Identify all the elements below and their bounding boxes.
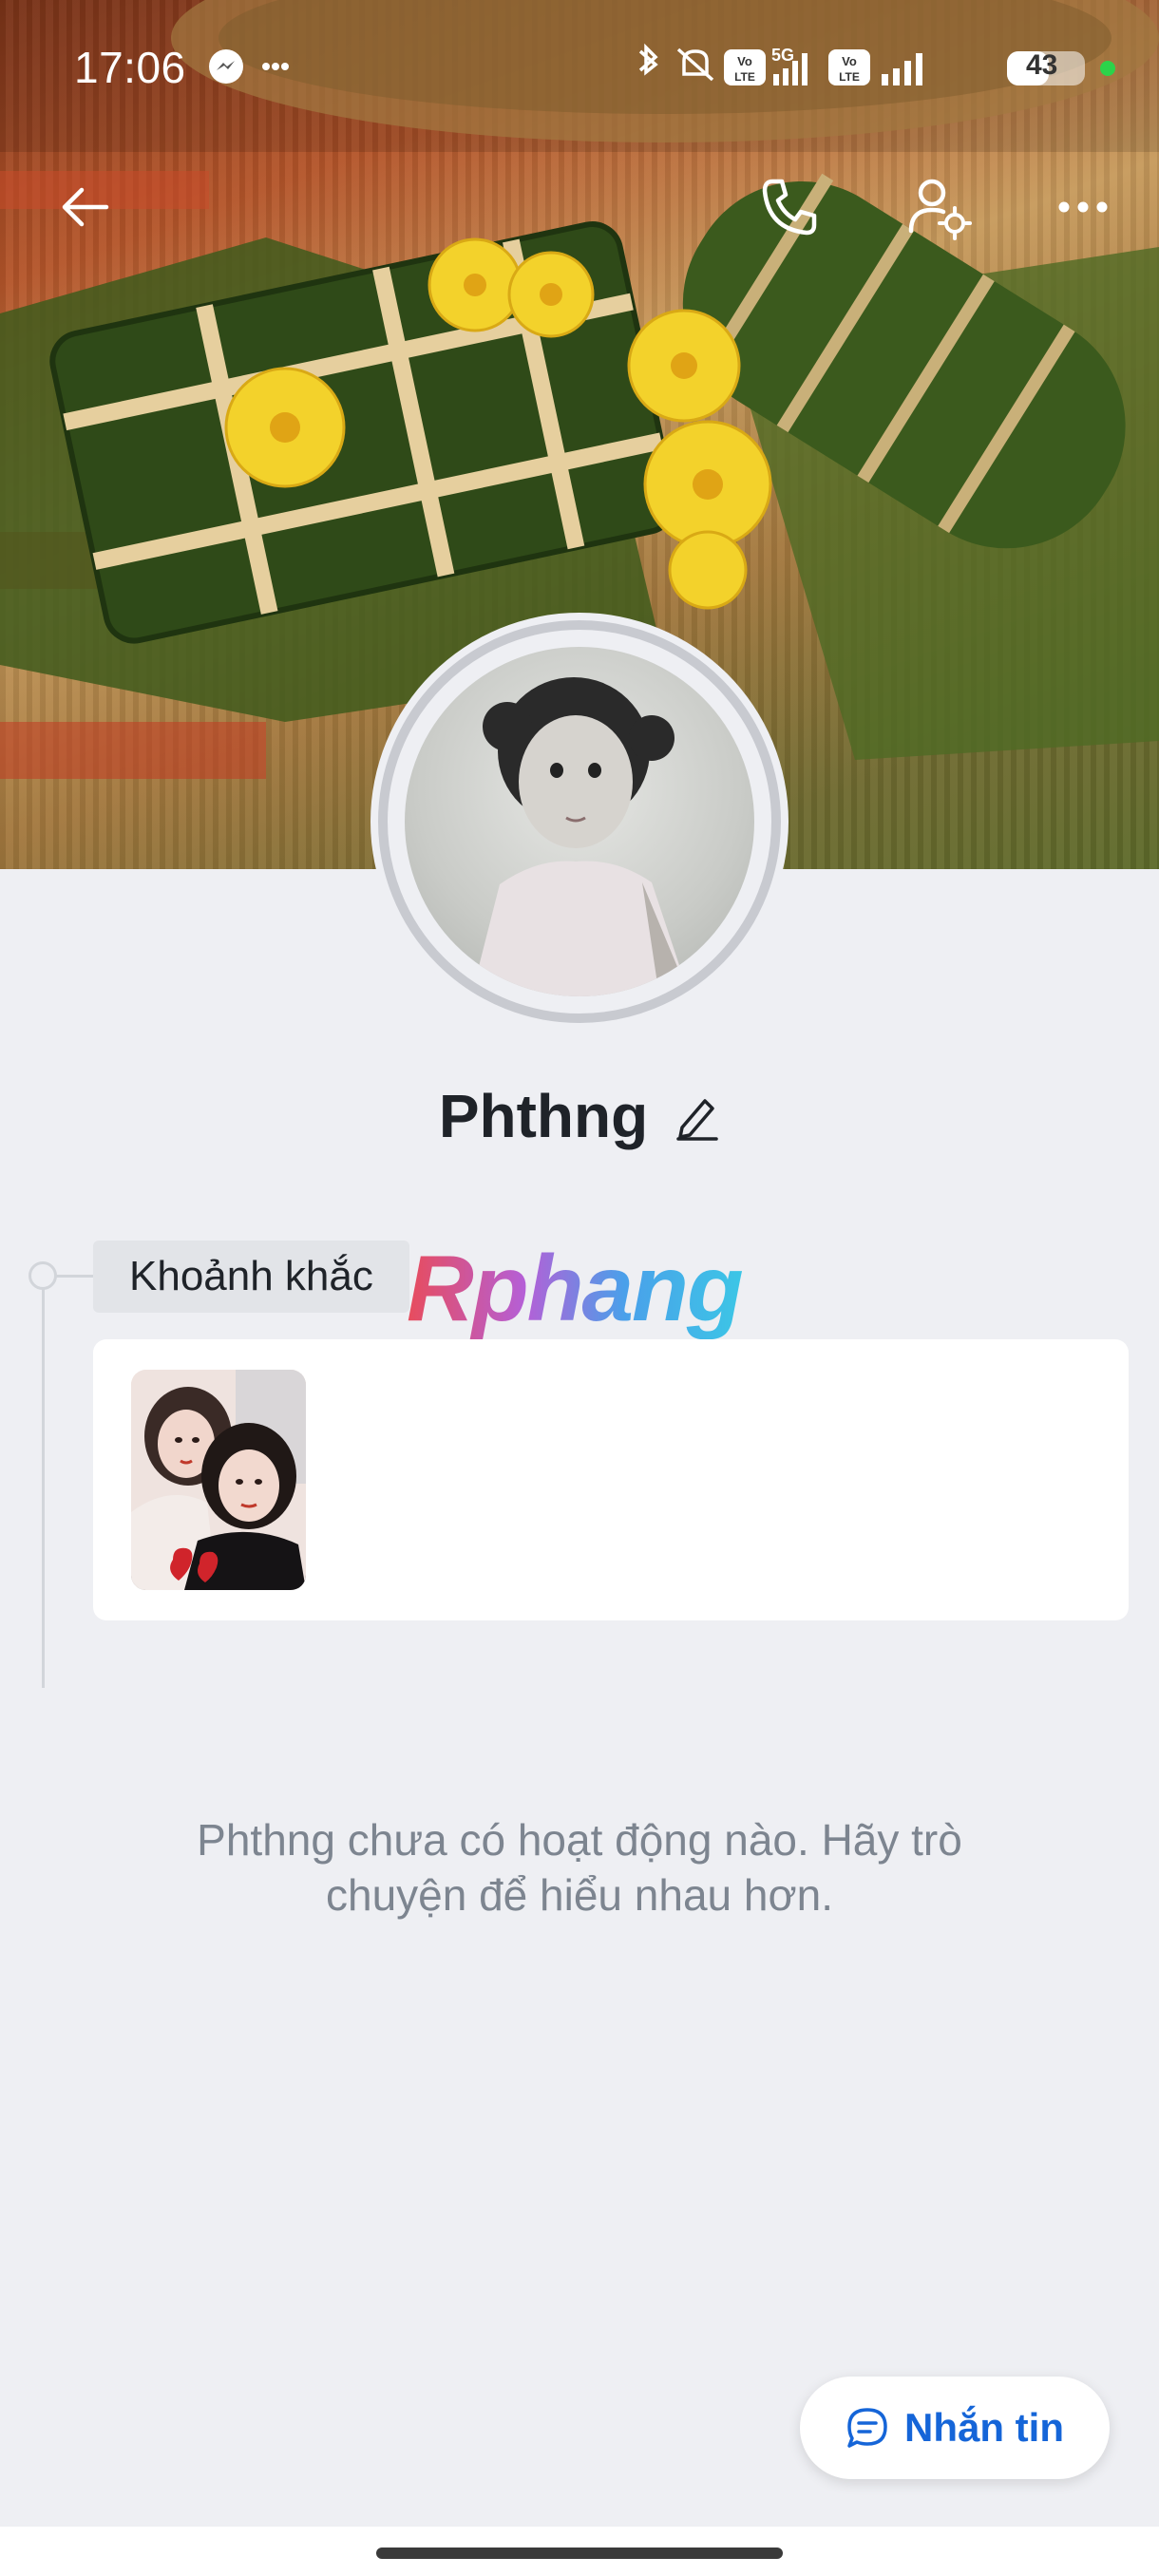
moments-label: Khoảnh khắc	[93, 1241, 409, 1313]
watermark-logo: Rphang	[407, 1236, 744, 1340]
avatar-photo	[471, 677, 690, 996]
more-dots-icon	[262, 63, 289, 70]
profile-name-row: Phthng	[0, 1078, 1159, 1154]
avatar[interactable]	[405, 647, 754, 996]
moment-photo	[131, 1370, 306, 1590]
more-horizontal-icon	[1058, 201, 1108, 213]
home-indicator[interactable]	[376, 2548, 783, 2559]
signal-icon	[882, 53, 922, 85]
arrow-left-icon	[62, 187, 109, 227]
volte-icon: Vo LTE	[724, 49, 766, 85]
messenger-icon	[209, 49, 243, 84]
more-options-button[interactable]	[1045, 169, 1121, 245]
green-dot-indicator	[1100, 61, 1115, 76]
svg-text:Vo: Vo	[842, 54, 857, 68]
moment-thumbnail[interactable]	[131, 1370, 306, 1590]
user-settings-icon	[908, 179, 972, 240]
back-button[interactable]	[48, 169, 124, 245]
5g-signal-icon: 5G	[771, 46, 808, 85]
send-message-button[interactable]: Nhắn tin	[800, 2377, 1110, 2479]
status-left-icons	[207, 47, 293, 90]
pencil-icon	[676, 1099, 718, 1141]
edit-name-button[interactable]	[674, 1091, 720, 1141]
volte-icon-2: Vo LTE	[828, 49, 870, 85]
moments-card	[93, 1339, 1129, 1620]
avatar-frame	[370, 613, 788, 1031]
mute-icon	[676, 47, 714, 82]
timeline-dot	[28, 1261, 57, 1290]
call-button[interactable]	[750, 169, 826, 245]
svg-text:LTE: LTE	[734, 70, 755, 84]
timeline-line	[42, 1275, 45, 1688]
svg-text:5G: 5G	[771, 46, 794, 65]
status-time: 17:06	[74, 43, 186, 92]
send-message-label: Nhắn tin	[904, 2405, 1064, 2450]
svg-text:Vo: Vo	[737, 54, 752, 68]
chat-bubble-icon	[847, 2408, 887, 2448]
profile-name: Phthng	[438, 1082, 649, 1150]
svg-text:LTE: LTE	[839, 70, 860, 84]
status-bar: 17:06 Vo LTE 5G Vo LTE 43	[0, 0, 1159, 133]
phone-icon	[762, 179, 817, 236]
empty-activity-text: Phthng chưa có hoạt động nào. Hãy trò ch…	[197, 1815, 962, 1920]
profile-settings-button[interactable]	[901, 169, 977, 245]
bluetooth-icon	[638, 43, 658, 76]
timeline-connector	[55, 1275, 95, 1278]
battery-level: 43	[1026, 49, 1058, 81]
